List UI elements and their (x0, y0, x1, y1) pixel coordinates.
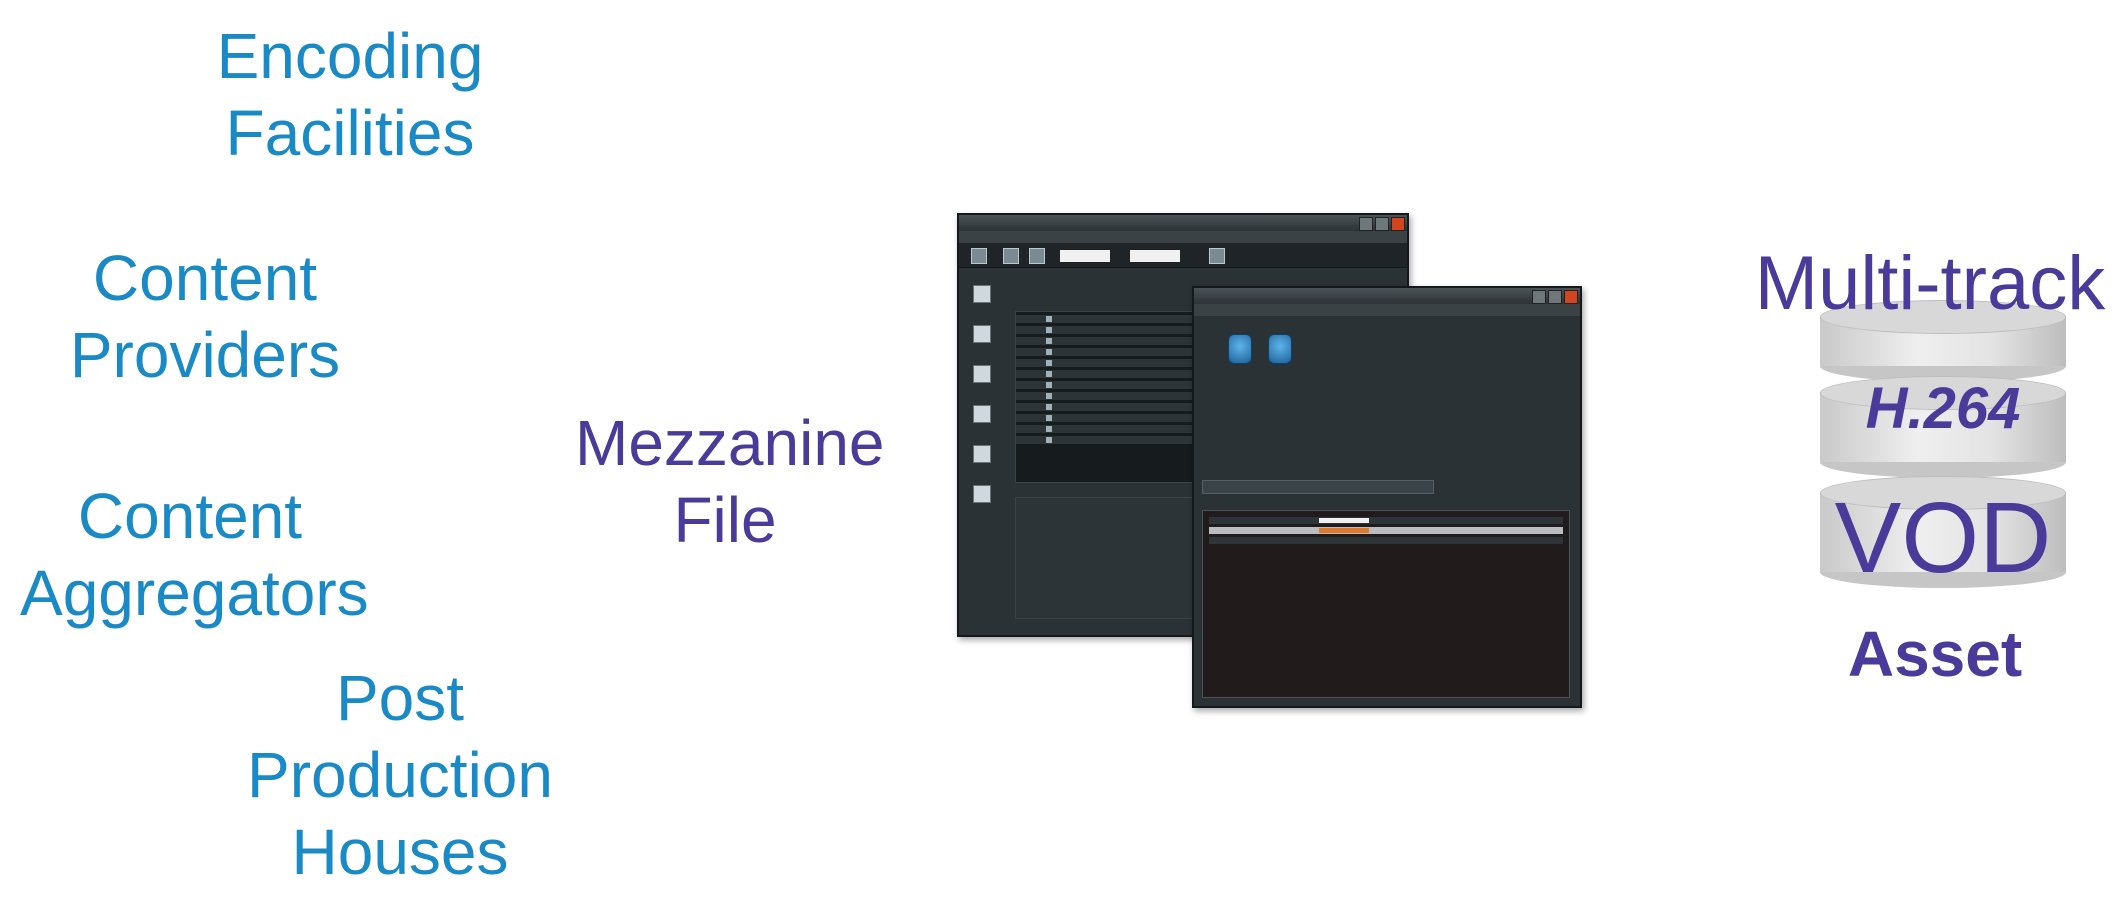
source-side-icon (973, 285, 991, 303)
front-window-titlebar (1194, 288, 1580, 304)
source-encoding-line2: Facilities (225, 96, 475, 169)
save-icon (1003, 248, 1019, 264)
asset-vod-label: VOD (1834, 482, 2052, 594)
source-post-line2: Production (247, 738, 553, 811)
mezzanine-file-label: Mezzanine File (575, 405, 885, 559)
back-window-toolbar (959, 243, 1407, 268)
preset-field (1129, 249, 1181, 263)
job-disc-icon (1228, 334, 1252, 364)
job-table (1202, 510, 1570, 698)
job-disc-icon (1268, 334, 1292, 364)
source-providers-line1: Content (92, 242, 318, 314)
mux-side-icon (973, 445, 991, 463)
source-aggregators-line2: Aggregators (20, 556, 369, 629)
mezzanine-line2: File (673, 483, 777, 556)
output-side-icon (973, 485, 991, 503)
front-window-screenshot (1192, 286, 1582, 708)
close-icon (1391, 217, 1405, 231)
source-providers-line2: Providers (69, 318, 341, 391)
source-aggregators-line1: Content (77, 480, 303, 552)
video-side-icon (973, 325, 991, 343)
source-content-providers: Content Providers (55, 240, 355, 394)
job-tabs (1202, 480, 1434, 494)
close-icon (1564, 290, 1578, 304)
source-content-aggregators: Content Aggregators (20, 478, 369, 632)
asset-multitrack-label: Multi-track (1754, 241, 2106, 326)
back-window-menubar (959, 231, 1407, 243)
front-window-menubar (1194, 304, 1580, 316)
audio-side-icon (973, 365, 991, 383)
save-as-icon (1029, 248, 1045, 264)
source-encoding-facilities: Encoding Facilities (200, 18, 500, 172)
source-post-production-houses: Post Production Houses (240, 660, 560, 890)
source-post-line1: Post (335, 662, 465, 734)
data-side-icon (973, 405, 991, 423)
back-window-titlebar (959, 215, 1407, 231)
source-encoding-line1: Encoding (216, 20, 484, 92)
mezzanine-line1: Mezzanine (575, 407, 885, 479)
source-post-line3: Houses (291, 815, 509, 888)
profile-field (1059, 249, 1111, 263)
asset-label: Asset (1847, 618, 2023, 690)
asset-codec-label: H.264 (1865, 376, 2021, 441)
run-icon (1209, 248, 1225, 264)
open-icon (971, 248, 987, 264)
